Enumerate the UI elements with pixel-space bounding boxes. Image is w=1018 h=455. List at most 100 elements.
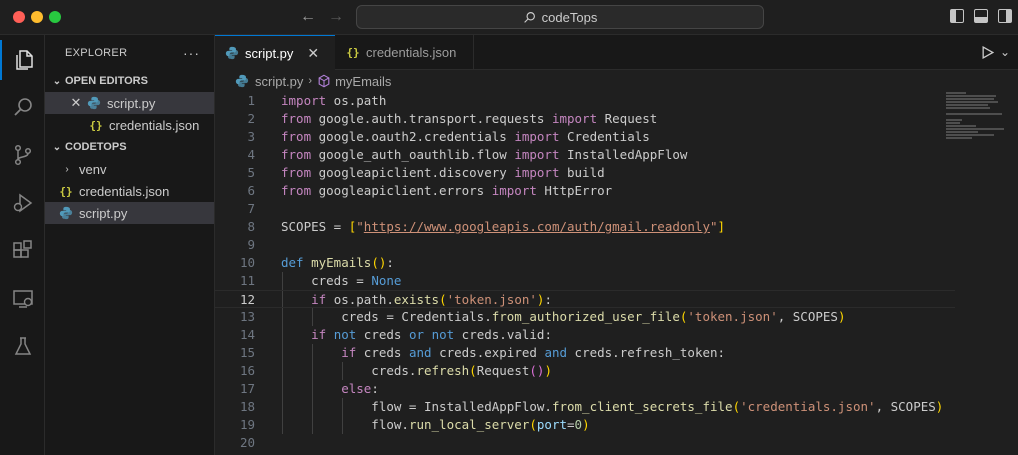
explorer-sidebar: EXPLORER ··· ⌄ OPEN EDITORS ✕ script.py …	[45, 35, 215, 455]
close-tab-icon[interactable]: ✕	[307, 45, 319, 62]
code-text: from google_auth_oauthlib.flow import In…	[281, 147, 688, 162]
breadcrumb: script.py › myEmails	[215, 70, 1018, 92]
tab-script-py[interactable]: script.py ✕	[215, 35, 335, 70]
code-text: def myEmails():	[281, 255, 394, 270]
code-text: SCOPES = ["https://www.googleapis.com/au…	[281, 219, 726, 234]
run-play-icon[interactable]	[981, 45, 994, 59]
back-arrow-icon[interactable]: ←	[300, 8, 316, 26]
code-line-5: 5 from googleapiclient.discovery import b…	[247, 165, 605, 180]
code-line-8: 8 SCOPES = ["https://www.googleapis.com/a…	[247, 219, 726, 234]
search-icon[interactable]	[0, 87, 45, 127]
breadcrumb-symbol[interactable]: myEmails	[335, 74, 391, 89]
more-actions-icon[interactable]: ···	[183, 45, 200, 61]
search-icon	[523, 11, 535, 23]
code-line-11: 11 creds = None	[239, 273, 402, 288]
code-line-10: 10 def myEmails():	[239, 255, 394, 270]
open-editors-label: OPEN EDITORS	[65, 75, 148, 87]
chevron-down-icon[interactable]: ⌄	[1000, 45, 1010, 59]
code-text: from google.oauth2.credentials import Cr…	[281, 129, 650, 144]
tab-label: credentials.json	[366, 45, 457, 60]
open-editors-section[interactable]: ⌄ OPEN EDITORS	[45, 70, 214, 92]
title-bar: ← → codeTops	[0, 0, 1018, 35]
code-text: from google.auth.transport.requests impo…	[281, 111, 658, 126]
close-window-button[interactable]	[13, 11, 25, 23]
code-text: from googleapiclient.discovery import bu…	[281, 165, 605, 180]
remote-explorer-icon[interactable]	[0, 279, 45, 319]
tree-item-label: venv	[79, 161, 107, 177]
code-line-17: 17 else:	[239, 381, 379, 396]
code-line-13: 13 creds = Credentials.from_authorized_u…	[239, 309, 846, 324]
window-title: codeTops	[541, 9, 598, 25]
code-line-4: 4 from google_auth_oauthlib.flow import I…	[247, 147, 688, 162]
code-line-3: 3 from google.oauth2.credentials import C…	[247, 129, 650, 144]
toggle-primary-sidebar-icon[interactable]	[950, 9, 964, 23]
chevron-down-icon: ⌄	[52, 141, 62, 153]
json-file-icon: {}	[346, 46, 360, 59]
code-line-18: 18 flow = InstalledAppFlow.from_client_s…	[239, 399, 944, 414]
code-line-1: 1 import os.path	[247, 93, 387, 108]
run-controls: ⌄	[981, 45, 1010, 59]
code-text: from googleapiclient.errors import HttpE…	[281, 183, 613, 198]
workspace-section[interactable]: ⌄ CODETOPS	[45, 136, 214, 158]
python-file-icon	[59, 206, 73, 220]
code-text: creds.refresh(Request())	[281, 363, 552, 378]
python-file-icon	[87, 96, 101, 110]
tab-label: script.py	[245, 45, 294, 61]
maximize-window-button[interactable]	[49, 11, 61, 23]
command-center-search[interactable]: codeTops	[356, 5, 764, 29]
tree-file-script[interactable]: script.py	[45, 202, 214, 224]
tree-item-label: credentials.json	[79, 183, 170, 199]
json-file-icon: {}	[89, 118, 103, 132]
open-editor-item-credentials[interactable]: {} credentials.json	[45, 114, 214, 136]
activity-bar	[0, 35, 45, 455]
code-line-12: 12 if os.path.exists('token.json'):	[215, 290, 955, 308]
json-file-icon: {}	[59, 184, 73, 198]
chevron-right-icon: ›	[308, 75, 313, 87]
tree-file-credentials[interactable]: {} credentials.json	[45, 180, 214, 202]
code-text: import os.path	[281, 93, 387, 108]
code-text: if creds and creds.expired and creds.ref…	[341, 345, 726, 360]
toggle-panel-icon[interactable]	[974, 9, 988, 23]
minimize-window-button[interactable]	[31, 11, 43, 23]
open-editor-label: script.py	[107, 95, 156, 111]
extensions-icon[interactable]	[0, 231, 45, 271]
chevron-right-icon: ›	[65, 163, 69, 175]
code-text: flow.run_local_server(port=0)	[281, 417, 590, 432]
code-line-7: 7	[247, 201, 255, 216]
run-and-debug-icon[interactable]	[0, 183, 45, 223]
explorer-icon[interactable]	[0, 40, 45, 80]
code-text: creds = Credentials.from_authorized_user…	[281, 309, 846, 324]
code-text: flow = InstalledAppFlow.from_client_secr…	[281, 399, 944, 414]
code-line-16: 16 creds.refresh(Request())	[239, 363, 552, 378]
source-control-icon[interactable]	[0, 135, 45, 175]
layout-controls	[950, 9, 1012, 23]
code-text: if not creds or not creds.valid:	[311, 327, 552, 342]
editor-tabs: script.py ✕ {} credentials.json ⌄	[215, 35, 1018, 70]
code-line-20: 20	[239, 435, 255, 450]
tree-folder-venv[interactable]: › venv	[45, 158, 214, 180]
code-line-14: 14 if not creds or not creds.valid:	[239, 327, 552, 342]
code-editor[interactable]: 1 import os.path 2 from google.auth.transp…	[215, 92, 1018, 455]
testing-flask-icon[interactable]	[0, 327, 45, 367]
toggle-secondary-sidebar-icon[interactable]	[998, 9, 1012, 23]
code-text: else:	[341, 381, 379, 396]
code-line-6: 6 from googleapiclient.errors import Http…	[247, 183, 613, 198]
code-line-9: 9	[247, 237, 255, 252]
close-icon[interactable]: ✕	[69, 95, 83, 111]
explorer-header: EXPLORER ···	[45, 35, 214, 70]
code-line-15: 15 if creds and creds.expired and creds.…	[239, 345, 726, 360]
code-text: if os.path.exists('token.json'):	[311, 292, 552, 307]
open-editor-item-script[interactable]: ✕ script.py	[45, 92, 214, 114]
open-editor-label: credentials.json	[109, 117, 200, 133]
python-file-icon	[235, 74, 249, 88]
code-text: creds = None	[281, 273, 402, 288]
explorer-title: EXPLORER	[65, 46, 128, 59]
python-file-icon	[225, 46, 239, 60]
workspace-label: CODETOPS	[65, 141, 127, 153]
forward-arrow-icon[interactable]: →	[328, 8, 344, 26]
symbol-method-icon	[318, 74, 330, 88]
tree-item-label: script.py	[79, 205, 128, 221]
minimap[interactable]	[946, 92, 1004, 152]
breadcrumb-file[interactable]: script.py	[255, 74, 303, 89]
tab-credentials-json[interactable]: {} credentials.json	[336, 35, 474, 70]
